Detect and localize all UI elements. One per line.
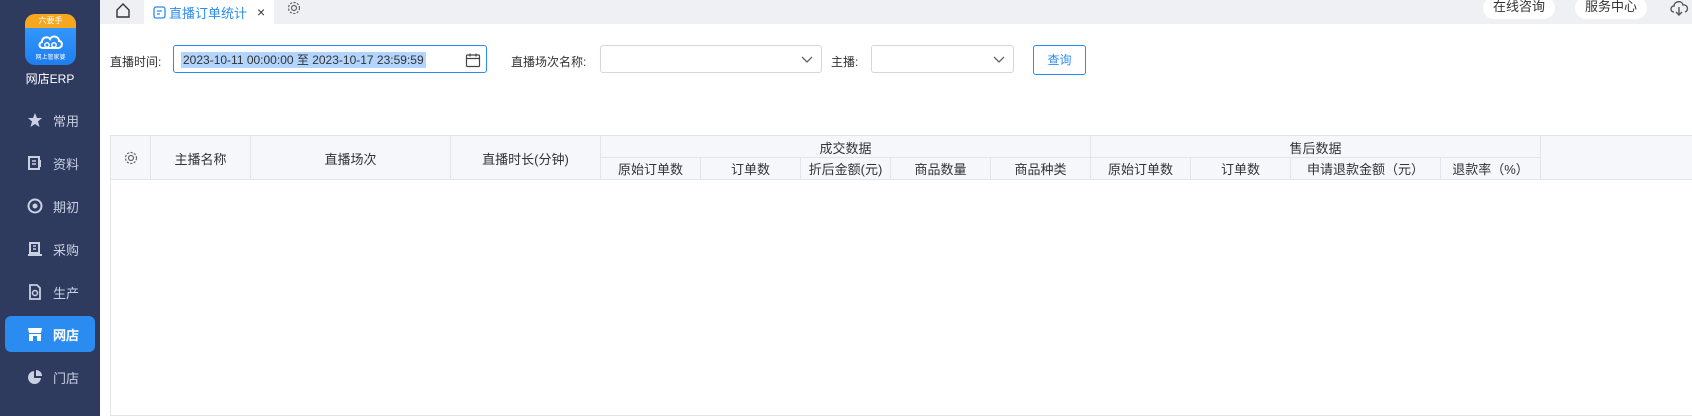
col-session[interactable]: 直播场次: [251, 136, 451, 180]
sidebar-item-label: 生产: [53, 285, 80, 301]
purchase-icon: [25, 239, 45, 259]
query-button[interactable]: 查询: [1033, 45, 1086, 75]
sidebar-item-data[interactable]: 资料: [5, 145, 95, 181]
calendar-icon[interactable]: [465, 52, 481, 68]
col-group-deal: 成交数据: [601, 136, 1091, 158]
app-name: 网店ERP: [25, 72, 75, 86]
sidebar-item-label: 网店: [53, 327, 80, 343]
sidebar-item-purchase[interactable]: 采购: [5, 231, 95, 267]
col-deal-item-types[interactable]: 商品种类: [991, 157, 1091, 179]
sidebar-item-label: 门店: [53, 370, 80, 386]
home-tab[interactable]: [110, 0, 136, 20]
gear-icon[interactable]: [286, 0, 302, 16]
grid-body: [111, 180, 1692, 416]
date-label: 直播时间:: [110, 55, 162, 69]
pie-chart-icon: [25, 367, 45, 387]
service-center-button[interactable]: 服务中心: [1575, 0, 1648, 19]
cloud-download-icon[interactable]: [1668, 0, 1692, 17]
chevron-down-icon: [993, 56, 1005, 63]
col-as-orders[interactable]: 订单数: [1191, 157, 1291, 179]
star-icon: [25, 110, 45, 130]
gear-icon[interactable]: [123, 150, 139, 166]
sidebar-item-label: 资料: [53, 156, 80, 172]
logo-subtitle: 网上管家婆: [35, 55, 66, 61]
production-icon: [25, 282, 45, 302]
date-range-value: 2023-10-11 00:00:00 至 2023-10-17 23:59:5…: [181, 52, 426, 68]
cloud-logo-icon: [38, 35, 63, 49]
column-settings-cell[interactable]: [111, 136, 151, 180]
app-logo[interactable]: 六要手 网上管家婆: [25, 14, 76, 65]
tab-live-order-stats[interactable]: 直播订单统计 ×: [144, 0, 274, 24]
sidebar-item-production[interactable]: 生产: [5, 274, 95, 310]
store-icon: [25, 324, 45, 344]
anchor-select[interactable]: [871, 45, 1014, 73]
sidebar-item-label: 常用: [53, 113, 80, 129]
col-anchor-name[interactable]: 主播名称: [151, 136, 251, 180]
grid-header: 主播名称 直播场次 直播时长(分钟) 成交数据 原始订单数 订单数 折后金额(元…: [111, 136, 1692, 180]
col-group-aftersale: 售后数据: [1091, 136, 1541, 158]
home-icon: [116, 3, 130, 18]
chevron-down-icon: [801, 56, 813, 63]
online-consult-button[interactable]: 在线咨询: [1483, 0, 1556, 19]
col-duration[interactable]: 直播时长(分钟): [451, 136, 601, 180]
sidebar-item-label: 期初: [53, 199, 80, 215]
col-deal-item-qty[interactable]: 商品数量: [891, 157, 991, 179]
tab-label: 直播订单统计: [169, 5, 248, 21]
sidebar-item-label: 采购: [53, 242, 80, 258]
document-icon: [25, 153, 45, 173]
close-icon[interactable]: ×: [257, 4, 265, 20]
target-icon: [25, 196, 45, 216]
col-as-original-orders[interactable]: 原始订单数: [1091, 157, 1191, 179]
col-deal-original-orders[interactable]: 原始订单数: [601, 157, 701, 179]
col-as-refund-amount[interactable]: 申请退款金额（元）: [1291, 157, 1441, 179]
col-deal-discounted-amount[interactable]: 折后金额(元): [801, 157, 891, 179]
sidebar-item-store[interactable]: 网店: [5, 316, 95, 352]
col-as-refund-rate[interactable]: 退款率（%）: [1441, 157, 1541, 179]
sidebar-item-common[interactable]: 常用: [5, 102, 95, 138]
report-icon: [153, 5, 166, 19]
sidebar-item-shop[interactable]: 门店: [5, 359, 95, 395]
session-select[interactable]: [600, 45, 822, 73]
sidebar: 六要手 网上管家婆 网店ERP 常用 资料 期初 采购 生产 网店 门店: [0, 0, 100, 416]
logo-badge: 六要手: [25, 14, 76, 28]
col-deal-orders[interactable]: 订单数: [701, 157, 801, 179]
date-range-input[interactable]: 2023-10-11 00:00:00 至 2023-10-17 23:59:5…: [173, 45, 487, 73]
session-label: 直播场次名称:: [511, 55, 587, 69]
anchor-label: 主播:: [831, 55, 859, 69]
sidebar-item-opening[interactable]: 期初: [5, 188, 95, 224]
tab-bar: 直播订单统计 × 在线咨询 服务中心: [100, 0, 1692, 24]
data-grid: 主播名称 直播场次 直播时长(分钟) 成交数据 原始订单数 订单数 折后金额(元…: [110, 135, 1692, 416]
